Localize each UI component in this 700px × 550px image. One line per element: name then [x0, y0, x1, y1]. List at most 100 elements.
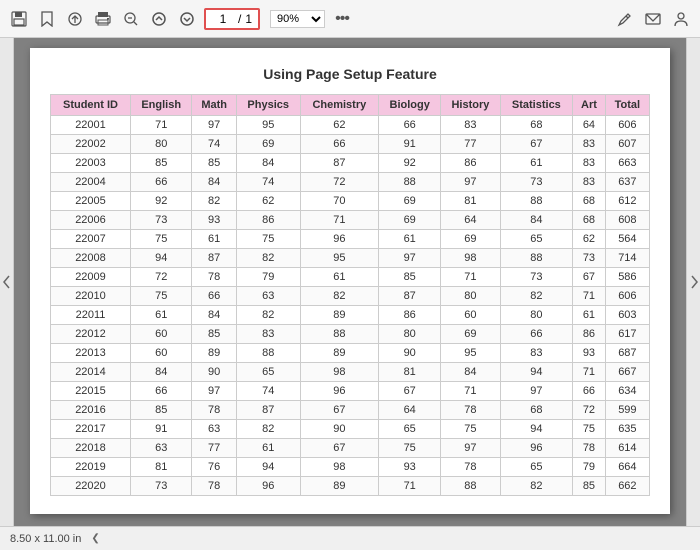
arrow-up-icon[interactable]	[148, 8, 170, 30]
table-header-cell: English	[130, 95, 191, 116]
table-cell: 81	[441, 192, 500, 211]
mail-icon[interactable]	[642, 8, 664, 30]
table-cell: 78	[441, 458, 500, 477]
user-icon[interactable]	[670, 8, 692, 30]
table-cell: 61	[500, 154, 573, 173]
table-cell: 22012	[51, 325, 131, 344]
table-cell: 83	[236, 325, 300, 344]
table-cell: 69	[236, 135, 300, 154]
table-row: 220168578876764786872599	[51, 401, 650, 420]
table-cell: 93	[379, 458, 441, 477]
table-cell: 80	[130, 135, 191, 154]
table-cell: 71	[441, 268, 500, 287]
table-cell: 664	[605, 458, 649, 477]
table-cell: 22011	[51, 306, 131, 325]
pdf-area: Using Page Setup Feature Student IDEngli…	[14, 38, 686, 526]
table-cell: 97	[192, 382, 236, 401]
table-cell: 82	[192, 192, 236, 211]
table-row: 220077561759661696562564	[51, 230, 650, 249]
table-row: 220038585848792866183663	[51, 154, 650, 173]
table-cell: 82	[236, 249, 300, 268]
table-cell: 637	[605, 173, 649, 192]
table-cell: 80	[500, 306, 573, 325]
save-icon[interactable]	[8, 8, 30, 30]
right-nav-arrow[interactable]	[686, 38, 700, 526]
table-cell: 74	[236, 382, 300, 401]
data-table: Student IDEnglishMathPhysicsChemistryBio…	[50, 94, 650, 496]
table-cell: 634	[605, 382, 649, 401]
table-cell: 62	[236, 192, 300, 211]
table-cell: 22013	[51, 344, 131, 363]
table-cell: 98	[300, 363, 379, 382]
table-cell: 85	[379, 268, 441, 287]
table-cell: 635	[605, 420, 649, 439]
page-current-input[interactable]: 1	[212, 12, 234, 26]
upload-icon[interactable]	[64, 8, 86, 30]
table-row: 220136089888990958393687	[51, 344, 650, 363]
table-cell: 71	[379, 477, 441, 496]
table-cell: 66	[573, 382, 606, 401]
table-cell: 80	[441, 287, 500, 306]
table-cell: 564	[605, 230, 649, 249]
table-cell: 714	[605, 249, 649, 268]
table-cell: 87	[236, 401, 300, 420]
zoom-minus-icon[interactable]	[120, 8, 142, 30]
table-cell: 22009	[51, 268, 131, 287]
table-cell: 61	[236, 439, 300, 458]
table-cell: 612	[605, 192, 649, 211]
table-cell: 22002	[51, 135, 131, 154]
arrow-down-icon[interactable]	[176, 8, 198, 30]
table-cell: 78	[192, 401, 236, 420]
table-cell: 66	[379, 116, 441, 135]
table-cell: 69	[441, 230, 500, 249]
table-cell: 79	[236, 268, 300, 287]
table-cell: 94	[130, 249, 191, 268]
page-title: Using Page Setup Feature	[50, 66, 650, 82]
table-cell: 94	[500, 363, 573, 382]
page-separator: /	[238, 12, 241, 26]
table-cell: 614	[605, 439, 649, 458]
left-nav-arrow[interactable]	[0, 38, 14, 526]
table-cell: 93	[573, 344, 606, 363]
table-row: 220156697749667719766634	[51, 382, 650, 401]
table-cell: 73	[573, 249, 606, 268]
print-icon[interactable]	[92, 8, 114, 30]
table-row: 220028074696691776783607	[51, 135, 650, 154]
table-cell: 60	[441, 306, 500, 325]
table-cell: 67	[300, 401, 379, 420]
status-bar: 8.50 x 11.00 in ❮	[0, 526, 700, 550]
bookmark-icon[interactable]	[36, 8, 58, 30]
table-cell: 74	[192, 135, 236, 154]
table-cell: 608	[605, 211, 649, 230]
table-cell: 74	[236, 173, 300, 192]
table-cell: 89	[300, 477, 379, 496]
table-cell: 687	[605, 344, 649, 363]
table-cell: 96	[236, 477, 300, 496]
table-cell: 662	[605, 477, 649, 496]
table-cell: 67	[500, 135, 573, 154]
table-cell: 82	[236, 306, 300, 325]
table-cell: 97	[441, 173, 500, 192]
table-cell: 92	[379, 154, 441, 173]
table-cell: 97	[379, 249, 441, 268]
status-left-arrow[interactable]: ❮	[91, 533, 99, 544]
table-cell: 78	[573, 439, 606, 458]
annotation-icon[interactable]	[614, 8, 636, 30]
table-cell: 75	[573, 420, 606, 439]
page-navigation: 1 / 1	[204, 8, 260, 30]
zoom-select[interactable]: 90% 75% 100% 125%	[270, 10, 325, 28]
table-cell: 77	[192, 439, 236, 458]
table-cell: 97	[192, 116, 236, 135]
table-cell: 71	[441, 382, 500, 401]
table-row: 220198176949893786579664	[51, 458, 650, 477]
table-cell: 60	[130, 344, 191, 363]
table-cell: 61	[192, 230, 236, 249]
table-cell: 85	[130, 401, 191, 420]
table-cell: 88	[441, 477, 500, 496]
table-cell: 84	[441, 363, 500, 382]
table-cell: 75	[441, 420, 500, 439]
table-cell: 85	[130, 154, 191, 173]
table-cell: 88	[236, 344, 300, 363]
more-options-icon[interactable]: •••	[331, 8, 353, 30]
table-cell: 61	[130, 306, 191, 325]
